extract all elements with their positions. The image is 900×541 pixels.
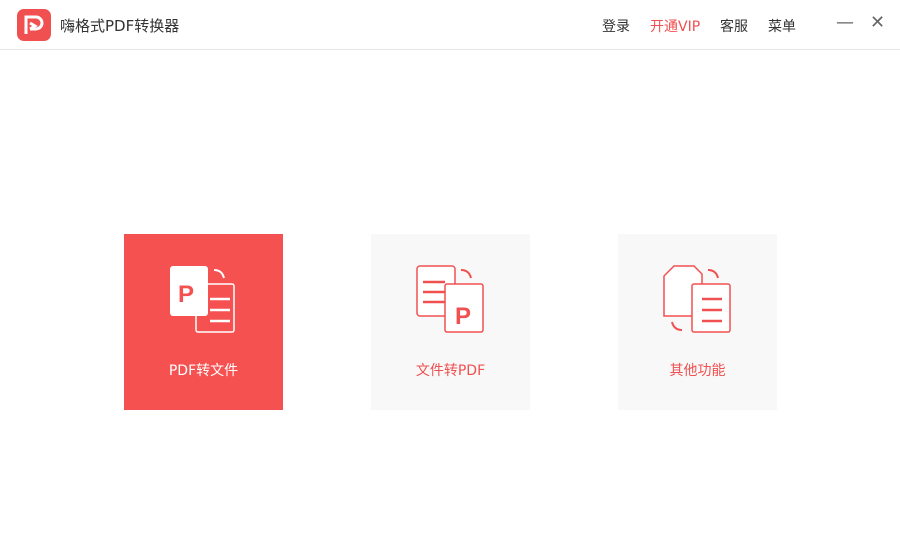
close-icon[interactable]: ✕ bbox=[870, 12, 885, 33]
card-label: 其他功能 bbox=[669, 363, 726, 379]
pdf-to-file-icon: P bbox=[170, 266, 235, 333]
login-link[interactable]: 登录 bbox=[602, 16, 630, 36]
app-title: 嗨格式PDF转换器 bbox=[60, 17, 180, 35]
card-label: PDF转文件 bbox=[168, 363, 239, 379]
file-to-pdf-icon: P bbox=[416, 265, 484, 333]
minimize-icon[interactable]: — bbox=[836, 12, 854, 33]
card-label: 文件转PDF bbox=[415, 363, 486, 379]
vip-link[interactable]: 开通VIP bbox=[650, 16, 700, 36]
service-link[interactable]: 客服 bbox=[720, 16, 748, 36]
other-functions-card[interactable]: 其他功能 bbox=[618, 234, 777, 410]
svg-text:P: P bbox=[455, 303, 471, 330]
other-functions-icon bbox=[663, 265, 731, 333]
menu-link[interactable]: 菜单 bbox=[768, 16, 796, 36]
app-logo-icon bbox=[17, 9, 51, 41]
pdf-to-file-card[interactable]: P PDF转文件 bbox=[124, 234, 283, 410]
title-bar: 嗨格式PDF转换器 登录 开通VIP 客服 菜单 — ✕ bbox=[0, 0, 900, 50]
file-to-pdf-card[interactable]: P 文件转PDF bbox=[371, 234, 530, 410]
svg-text:P: P bbox=[178, 281, 194, 308]
